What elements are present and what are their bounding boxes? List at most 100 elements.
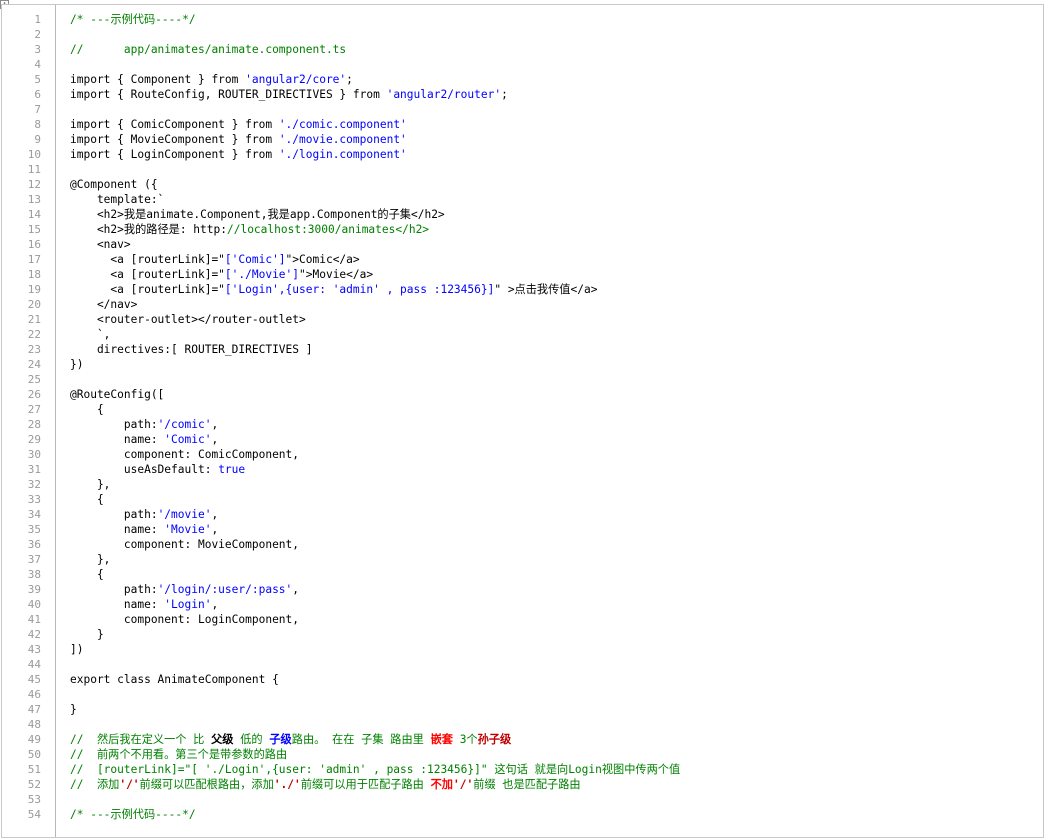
code-token: 路由。 在在 子集 路由里: [291, 733, 431, 746]
line-number: 41: [27, 613, 41, 626]
code-line: }: [70, 702, 1037, 717]
code-line: import { Component } from 'angular2/core…: [70, 72, 1037, 87]
code-token: {: [70, 493, 104, 506]
code-line: path:'/login/:user/:pass',: [70, 582, 1037, 597]
code-token: <h2>我是animate.Component,我是app.Component的…: [70, 208, 445, 221]
code-line: name: 'Comic',: [70, 432, 1037, 447]
line-number: 44: [27, 658, 41, 671]
code-token: path:: [70, 583, 158, 596]
code-token: '/': [119, 778, 140, 791]
code-token: 前缀可以匹配根路由，添加: [139, 778, 274, 791]
line-number: 39: [27, 583, 41, 596]
code-token: },: [70, 478, 111, 491]
line-number: 12: [27, 178, 41, 191]
code-token: 不加: [430, 778, 453, 791]
code-token: import { LoginComponent } from: [70, 148, 279, 161]
code-token: component: ComicComponent,: [70, 448, 300, 461]
code-token: '/comic': [157, 418, 212, 431]
code-token: /* ---示例代码----*/: [70, 13, 196, 26]
code-token: '/': [452, 778, 474, 791]
code-line: /* ---示例代码----*/: [70, 12, 1037, 27]
code-token: ,: [211, 523, 219, 536]
code-token: './comic.component': [278, 118, 407, 131]
line-number: 36: [27, 538, 41, 551]
code-token: // 添加: [70, 778, 120, 791]
code-token: ,: [211, 433, 219, 446]
line-number: 33: [27, 493, 41, 506]
code-line: <h2>我的路径是: http://localhost:3000/animate…: [70, 222, 1037, 237]
line-number: 24: [27, 358, 41, 371]
line-number: 8: [34, 118, 41, 131]
code-token: <router-outlet></router-outlet>: [70, 313, 306, 326]
code-line: useAsDefault: true: [70, 462, 1037, 477]
code-line: },: [70, 477, 1037, 492]
code-token: import { ComicComponent } from: [70, 118, 279, 131]
line-number: 11: [27, 163, 41, 176]
code-token: },: [70, 553, 111, 566]
code-token: }: [70, 628, 104, 641]
code-line: template:`: [70, 192, 1037, 207]
code-line: path:'/movie',: [70, 507, 1037, 522]
code-editor[interactable]: 1 2 3 4 5 6 7 8 9 10 11 12 13 14 15 16 17 18 19 20 21 22 23 24 2…: [1, 4, 1044, 838]
code-token: 前缀可以用于匹配子路由: [300, 778, 431, 791]
line-number: 16: [27, 238, 41, 251]
line-number: 10: [27, 148, 41, 161]
code-line: {: [70, 567, 1037, 582]
code-line: },: [70, 552, 1037, 567]
line-number: 9: [34, 133, 41, 146]
code-line: `,: [70, 327, 1037, 342]
code-line: // 添加'/'前缀可以匹配根路由，添加'./'前缀可以用于匹配子路由 不加'/…: [70, 777, 1037, 792]
code-line: ]): [70, 642, 1037, 657]
line-number: 26: [27, 388, 41, 401]
code-token: ">Movie</a>: [299, 268, 374, 281]
line-number: 46: [27, 688, 41, 701]
code-token: 孙子级: [477, 733, 512, 746]
code-line: <a [routerLink]="['./Movie']">Movie</a>: [70, 267, 1037, 282]
code-token: component: LoginComponent,: [70, 613, 300, 626]
line-number: 7: [34, 103, 41, 116]
code-token: ['./Movie']: [224, 268, 300, 281]
line-number: 3: [34, 43, 41, 56]
code-line: component: MovieComponent,: [70, 537, 1037, 552]
line-number: 47: [27, 703, 41, 716]
line-number: 29: [27, 433, 41, 446]
code-token: import { MovieComponent } from: [70, 133, 279, 146]
code-token: './': [273, 778, 301, 791]
code-token: 'angular2/core': [245, 73, 347, 86]
line-number: 38: [27, 568, 41, 581]
code-token: ,: [211, 598, 219, 611]
line-number: 34: [27, 508, 41, 521]
line-number: 6: [34, 88, 41, 101]
code-line: export class AnimateComponent {: [70, 672, 1037, 687]
code-token: template:`: [70, 193, 165, 206]
line-number: 18: [27, 268, 41, 281]
code-area[interactable]: /* ---示例代码----*/ // app/animates/animate…: [70, 12, 1037, 822]
code-token: // [routerLink]="[ './Login',{user: 'adm…: [70, 763, 681, 776]
code-token: '/movie': [157, 508, 212, 521]
code-line: <h2>我是animate.Component,我是app.Component的…: [70, 207, 1037, 222]
line-number: 14: [27, 208, 41, 221]
code-token: name:: [70, 523, 165, 536]
code-token: path:: [70, 418, 158, 431]
line-number-gutter: 1 2 3 4 5 6 7 8 9 10 11 12 13 14 15 16 17 18 19 20 21 22 23 24 2…: [2, 5, 56, 837]
line-number: 20: [27, 298, 41, 311]
code-token: }: [70, 703, 77, 716]
line-number: 17: [27, 253, 41, 266]
line-number: 21: [27, 313, 41, 326]
code-line: <a [routerLink]="['Comic']">Comic</a>: [70, 252, 1037, 267]
code-token: <a [routerLink]=": [70, 253, 225, 266]
code-token: {: [70, 568, 104, 581]
code-token: 低的: [233, 733, 270, 746]
line-number: 1: [34, 13, 41, 26]
code-line: import { RouteConfig, ROUTER_DIRECTIVES …: [70, 87, 1037, 102]
code-token: path:: [70, 508, 158, 521]
code-token: `,: [70, 328, 111, 341]
code-line: <a [routerLink]="['Login',{user: 'admin'…: [70, 282, 1037, 297]
code-line: path:'/comic',: [70, 417, 1037, 432]
code-token: import { Component } from: [70, 73, 246, 86]
